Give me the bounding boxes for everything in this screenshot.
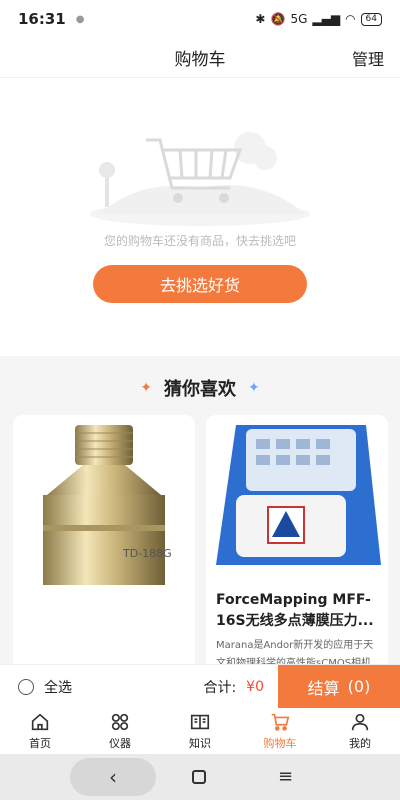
go-shopping-button[interactable]: 去挑选好货: [93, 265, 307, 303]
signal-icon: ▂▄▆: [312, 12, 341, 26]
manage-button[interactable]: 管理: [352, 46, 384, 70]
product-image: [206, 415, 388, 585]
grid-icon: [111, 713, 129, 731]
status-bar: 16:31 ● ✱ 🔕 5G ▂▄▆ ◠ 64: [0, 0, 400, 38]
tab-home[interactable]: 首页: [0, 708, 80, 754]
product-image: TD-188G: [13, 415, 195, 585]
recommend-title: 猜你喜欢: [164, 379, 236, 400]
settle-button[interactable]: 结算 (0): [278, 664, 400, 709]
book-icon: [190, 714, 210, 730]
cart-icon: [271, 713, 290, 731]
notification-dot-icon: ●: [75, 13, 85, 25]
tab-mine[interactable]: 我的: [320, 708, 400, 754]
tab-bar: 首页 仪器 知识 购物车 我的: [0, 708, 400, 754]
status-icons: ✱ 🔕 5G ▂▄▆ ◠ 64: [255, 12, 382, 26]
home-icon: [31, 713, 49, 731]
system-nav-bar: ‹ ≡: [0, 754, 400, 800]
battery-icon: 64: [360, 12, 382, 26]
checkout-bar: 全选 合计: ¥0 结算 (0): [0, 664, 400, 709]
sparkle-icon: ✦: [140, 380, 152, 396]
settle-count: (0): [347, 677, 371, 696]
total-value: ¥0: [246, 678, 264, 695]
total-label: 合计:: [203, 679, 237, 696]
product-card[interactable]: TD-188G: [13, 415, 195, 677]
empty-cart-message: 您的购物车还没有商品，快去挑选吧: [103, 234, 296, 248]
empty-cart-section: 您的购物车还没有商品，快去挑选吧 去挑选好货: [0, 78, 400, 356]
product-title: ForceMapping MFF-16S无线多点薄膜压力...: [216, 592, 374, 629]
bluetooth-icon: ✱: [255, 12, 266, 26]
svg-text:TD-188G: TD-188G: [122, 547, 172, 560]
mute-icon: 🔕: [270, 12, 286, 26]
home-button[interactable]: [192, 770, 206, 784]
tab-instruments[interactable]: 仪器: [80, 708, 160, 754]
select-all-label[interactable]: 全选: [44, 677, 72, 697]
tab-label: 首页: [29, 737, 51, 750]
nav-bar: 购物车 管理: [0, 38, 400, 78]
recommend-header: ✦ 猜你喜欢 ✦: [0, 368, 400, 408]
select-all-radio[interactable]: [18, 678, 34, 695]
user-icon: [351, 713, 369, 731]
settle-label: 结算: [307, 678, 340, 698]
page-title: 购物车: [174, 50, 226, 70]
product-card[interactable]: ForceMapping MFF-16S无线多点薄膜压力... Marana是A…: [206, 415, 388, 677]
status-time: 16:31: [18, 10, 66, 28]
wifi-icon: ◠: [345, 12, 356, 26]
tab-label: 仪器: [109, 737, 131, 750]
tab-knowledge[interactable]: 知识: [160, 708, 240, 754]
sparkle-icon: ✦: [248, 380, 260, 396]
tab-label: 知识: [189, 737, 211, 750]
empty-cart-illustration: [90, 132, 310, 226]
back-button[interactable]: ‹: [70, 758, 156, 796]
tab-label: 我的: [349, 737, 371, 750]
tab-label: 购物车: [263, 737, 297, 750]
recents-button[interactable]: ≡: [278, 768, 293, 786]
tab-cart[interactable]: 购物车: [240, 708, 320, 754]
signal-label: 5G: [290, 12, 308, 26]
